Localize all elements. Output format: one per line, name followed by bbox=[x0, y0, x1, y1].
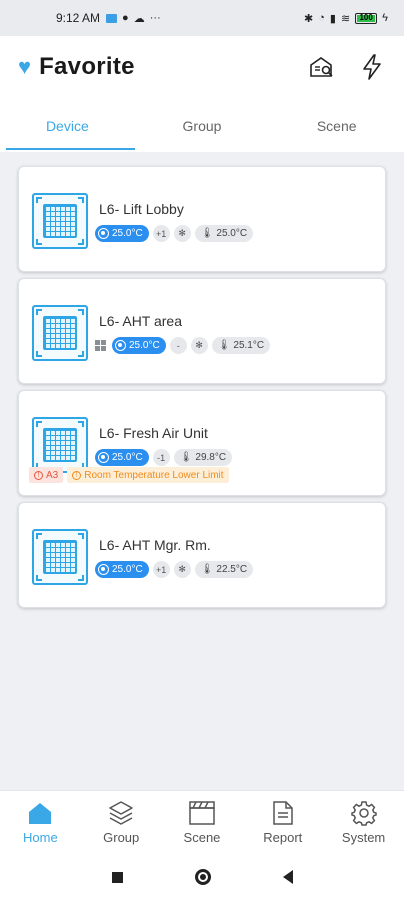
gear-icon bbox=[349, 799, 379, 827]
clapperboard-icon bbox=[187, 799, 217, 827]
document-icon bbox=[268, 799, 298, 827]
nav-report[interactable]: Report bbox=[242, 791, 323, 854]
set-temp-badge: 25.0°C bbox=[95, 225, 149, 242]
mode-badge: +1 bbox=[152, 561, 170, 578]
tab-scene[interactable]: Scene bbox=[269, 98, 404, 152]
cassette-ac-icon bbox=[32, 193, 88, 249]
set-temp-badge: 25.0°C bbox=[95, 561, 149, 578]
tab-device[interactable]: Device bbox=[0, 98, 135, 152]
cool-mode-icon bbox=[115, 340, 126, 351]
warning-icon: ! bbox=[72, 470, 82, 480]
more-icon: ··· bbox=[149, 12, 161, 24]
cool-mode-icon bbox=[98, 452, 109, 463]
fan-icon: ✻ bbox=[173, 225, 191, 242]
bluetooth-icon: ✱ bbox=[304, 12, 314, 25]
fan-icon: ✻ bbox=[173, 561, 191, 578]
wifi-icon: ≋ bbox=[340, 12, 351, 25]
chat-icon: ● bbox=[122, 12, 129, 24]
room-temp-badge: 🌡 22.5°C bbox=[194, 561, 254, 578]
cloud-icon: ☁ bbox=[133, 12, 145, 25]
signal-icon: ▮ bbox=[329, 12, 336, 25]
nav-system[interactable]: System bbox=[323, 791, 404, 854]
home-icon bbox=[25, 799, 55, 827]
quick-action-button[interactable] bbox=[358, 53, 386, 81]
cassette-ac-icon bbox=[32, 529, 88, 585]
device-card[interactable]: L6- AHT Mgr. Rm. 25.0°C +1 ✻ 🌡 22.5°C bbox=[18, 502, 386, 608]
cool-mode-icon bbox=[98, 564, 109, 575]
nav-home[interactable]: Home bbox=[0, 791, 81, 854]
fan-icon: ✻ bbox=[190, 337, 208, 354]
device-card[interactable]: L6- Fresh Air Unit 25.0°C -1 🌡 29.8°C ! A3… bbox=[18, 390, 386, 496]
mail-icon bbox=[106, 13, 118, 23]
device-card[interactable]: L6- AHT area 25.0°C - ✻ 🌡 25.1°C bbox=[18, 278, 386, 384]
set-temp-badge: 25.0°C bbox=[112, 337, 166, 354]
set-temp-badge: 25.0°C bbox=[95, 449, 149, 466]
page-title: Favorite bbox=[39, 53, 135, 80]
thermometer-icon: 🌡 bbox=[217, 340, 231, 351]
alarm-message-badge: ! Room Temperature Lower Limit bbox=[67, 467, 229, 483]
mode-badge: -1 bbox=[152, 449, 170, 466]
status-time: 9:12 AM bbox=[56, 11, 101, 25]
cassette-ac-icon bbox=[32, 305, 88, 361]
report-search-icon bbox=[310, 57, 333, 77]
room-temp-badge: 🌡 29.8°C bbox=[173, 449, 233, 466]
report-search-button[interactable] bbox=[308, 53, 336, 81]
alarm-icon: ◔ bbox=[318, 12, 325, 24]
tab-group[interactable]: Group bbox=[135, 98, 270, 152]
system-nav-bar bbox=[0, 854, 404, 900]
mode-badge: - bbox=[169, 337, 187, 354]
heart-icon: ♥ bbox=[18, 54, 32, 79]
layers-icon bbox=[106, 799, 136, 827]
cool-mode-icon bbox=[98, 228, 109, 239]
schedule-grid-icon bbox=[95, 340, 106, 351]
device-name: L6- Lift Lobby bbox=[99, 201, 184, 217]
lightning-icon bbox=[363, 54, 381, 80]
recents-button[interactable] bbox=[111, 871, 123, 883]
nav-scene[interactable]: Scene bbox=[162, 791, 243, 854]
room-temp-badge: 🌡 25.1°C bbox=[211, 337, 271, 354]
device-name: L6- AHT Mgr. Rm. bbox=[99, 537, 211, 553]
device-card[interactable]: L6- Lift Lobby 25.0°C +1 ✻ 🌡 25.0°C bbox=[18, 166, 386, 272]
battery-icon: 100 bbox=[355, 12, 378, 24]
room-temp-badge: 🌡 25.0°C bbox=[194, 225, 254, 242]
status-bar: 9:12 AM ● ☁ ··· ✱ ◔ ▮ ≋ 100 ϟ bbox=[0, 0, 404, 36]
nav-group[interactable]: Group bbox=[81, 791, 162, 854]
tab-bar: Device Group Scene bbox=[0, 98, 404, 152]
thermometer-icon: 🌡 bbox=[179, 452, 193, 463]
thermometer-icon: 🌡 bbox=[200, 228, 214, 239]
charging-icon: ϟ bbox=[382, 12, 388, 24]
alarm-code-badge: ! A3 bbox=[29, 467, 64, 483]
alert-icon: ! bbox=[34, 470, 43, 480]
app-header: ♥ Favorite bbox=[0, 36, 404, 98]
bottom-nav: Home Group Scene Report System bbox=[0, 790, 404, 854]
home-button[interactable] bbox=[194, 869, 211, 885]
device-name: L6- AHT area bbox=[99, 313, 183, 329]
cassette-ac-icon bbox=[32, 417, 88, 473]
mode-badge: +1 bbox=[152, 225, 170, 242]
back-button[interactable] bbox=[282, 870, 293, 884]
device-name: L6- Fresh Air Unit bbox=[99, 425, 208, 441]
thermometer-icon: 🌡 bbox=[200, 564, 214, 575]
device-list: L6- Lift Lobby 25.0°C +1 ✻ 🌡 25.0°C L6- A… bbox=[18, 166, 386, 614]
